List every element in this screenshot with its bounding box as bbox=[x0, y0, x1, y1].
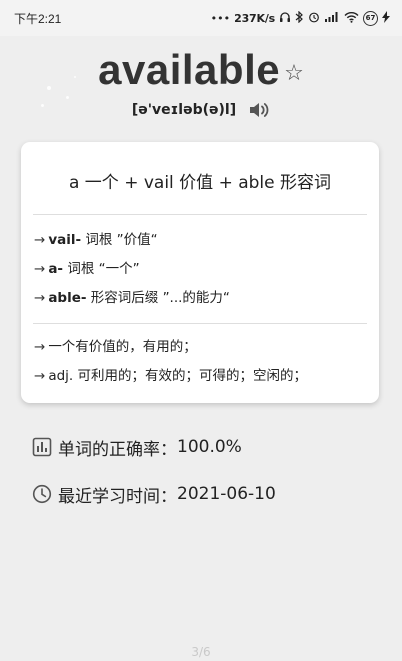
bar-chart-icon bbox=[32, 437, 52, 457]
accuracy-label: 单词的正确率： bbox=[58, 439, 177, 460]
root-term: able- bbox=[48, 290, 87, 306]
meaning-text: 一个有价值的，有用的； bbox=[48, 339, 197, 355]
root-desc: 词根 “一个” bbox=[63, 261, 140, 277]
arrow-icon: → bbox=[34, 290, 46, 306]
list-item: → able- 形容词后缀 ”...的能力“ bbox=[34, 284, 369, 313]
root-term: vail- bbox=[48, 232, 82, 248]
status-bar: 下午2:21 ••• 237K/s 67 bbox=[0, 0, 402, 36]
alarm-icon bbox=[308, 11, 320, 25]
star-outline-icon[interactable]: ☆ bbox=[284, 63, 304, 85]
definition-card: a 一个 + vail 价值 + able 形容词 → vail- 词根 ”价值“… bbox=[21, 142, 379, 403]
accuracy-value: 100.0% bbox=[177, 437, 242, 457]
network-speed: 237K/s bbox=[234, 11, 275, 25]
card-divider bbox=[33, 214, 367, 215]
recent-study-stat: 最近学习时间： 2021-06-10 bbox=[32, 481, 276, 507]
arrow-icon: → bbox=[34, 261, 46, 277]
arrow-icon: → bbox=[34, 339, 46, 355]
root-desc: 词根 ”价值“ bbox=[81, 232, 158, 248]
root-desc: 形容词后缀 ”...的能力“ bbox=[86, 290, 230, 306]
bluetooth-icon bbox=[295, 10, 304, 25]
word-title: available bbox=[98, 46, 281, 93]
root-term: a- bbox=[48, 261, 64, 277]
meaning-list: → 一个有价值的，有用的； → adj. 可利用的；有效的；可得的；空闲的； bbox=[34, 333, 369, 391]
list-item: → vail- 词根 ”价值“ bbox=[34, 226, 369, 255]
root-list: → vail- 词根 ”价值“ → a- 词根 “一个” → able- 形容词后缀 … bbox=[34, 226, 369, 313]
status-time: 下午2:21 bbox=[14, 11, 62, 26]
card-divider bbox=[33, 323, 367, 324]
etymology-line: a 一个 + vail 价值 + able 形容词 bbox=[68, 173, 332, 193]
arrow-icon: → bbox=[34, 368, 46, 384]
accuracy-stat: 单词的正确率： 100.0% bbox=[32, 434, 242, 460]
meaning-text: adj. 可利用的；有效的；可得的；空闲的； bbox=[48, 368, 307, 384]
arrow-icon: → bbox=[34, 232, 46, 248]
wifi-icon bbox=[344, 11, 359, 25]
word-detail-screen: 下午2:21 ••• 237K/s 67 available ☆ [ə'veɪl… bbox=[0, 0, 402, 661]
more-dots-icon: ••• bbox=[210, 11, 231, 25]
charging-icon bbox=[382, 11, 390, 25]
page-indicator: 3/6 bbox=[191, 645, 211, 659]
headphones-icon bbox=[279, 11, 291, 25]
list-item: → a- 词根 “一个” bbox=[34, 255, 369, 284]
speaker-icon[interactable] bbox=[248, 100, 270, 120]
list-item: → 一个有价值的，有用的； bbox=[34, 333, 369, 362]
word-header: available ☆ bbox=[0, 44, 402, 96]
recent-value: 2021-06-10 bbox=[177, 484, 276, 504]
battery-icon: 67 bbox=[363, 10, 378, 26]
phonetic-row: [ə'veɪləb(ə)l] bbox=[0, 96, 402, 124]
cellular-signal-icon bbox=[324, 11, 340, 25]
status-icons: ••• 237K/s 67 bbox=[210, 10, 390, 26]
clock-icon bbox=[32, 484, 52, 504]
phonetic-transcription: [ə'veɪləb(ə)l] bbox=[131, 102, 237, 118]
list-item: → adj. 可利用的；有效的；可得的；空闲的； bbox=[34, 362, 369, 391]
recent-label: 最近学习时间： bbox=[58, 486, 177, 507]
